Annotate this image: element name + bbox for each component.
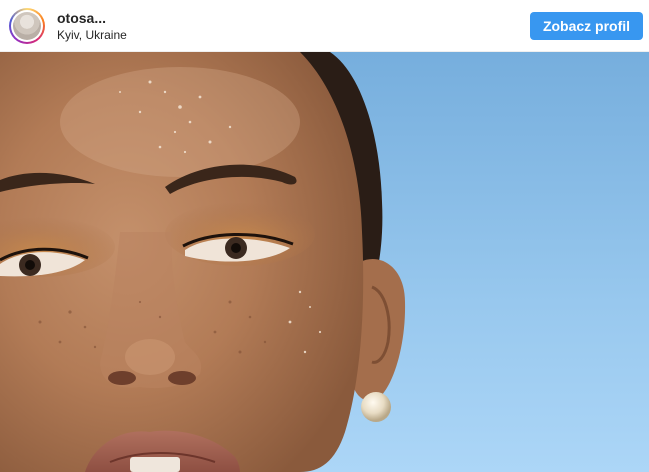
avatar-frame [11, 10, 43, 42]
instagram-embed: otosa... Kyiv, Ukraine Zobacz profil [0, 0, 649, 472]
earring-pearl [361, 392, 391, 422]
portrait-image [0, 52, 649, 472]
username[interactable]: otosa... [57, 10, 106, 26]
location-label[interactable]: Kyiv, Ukraine [57, 28, 127, 42]
avatar[interactable] [9, 8, 45, 44]
view-profile-button[interactable]: Zobacz profil [530, 12, 643, 40]
avatar-image [13, 12, 41, 40]
post-photo[interactable] [0, 52, 649, 472]
post-header: otosa... Kyiv, Ukraine Zobacz profil [0, 0, 649, 52]
